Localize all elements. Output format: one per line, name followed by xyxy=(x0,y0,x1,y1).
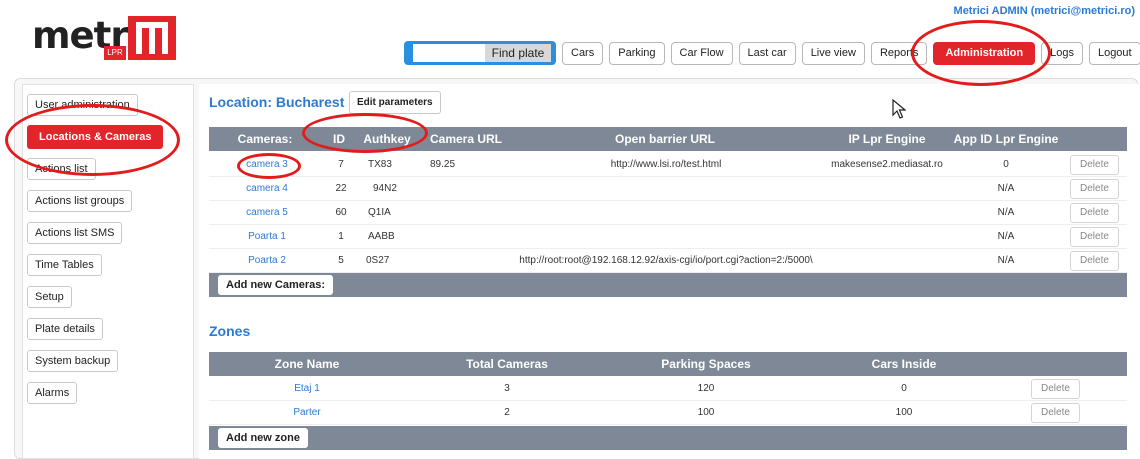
table-row: Poarta 1 1 AABB N/A Delete xyxy=(209,225,1127,249)
col-total-cameras: Total Cameras xyxy=(466,357,548,371)
table-row: camera 5 60 Q1IA N/A Delete xyxy=(209,201,1127,225)
table-row: Parter 2 100 100 Delete xyxy=(209,401,1127,425)
sidebar-item-plate-details[interactable]: Plate details xyxy=(27,318,103,340)
sidebar-item-actions-list[interactable]: Actions list xyxy=(27,158,96,180)
nav-reports[interactable]: Reports xyxy=(870,41,928,65)
table-row: Poarta 2 5 0S27 http://root:root@192.168… xyxy=(209,249,1127,273)
zone-link[interactable]: Parter xyxy=(293,401,320,424)
nav-live-view[interactable]: Live view xyxy=(801,41,865,65)
delete-camera-button[interactable]: Delete xyxy=(1070,203,1119,223)
cameras-grid-header: Cameras: ID Authkey Camera URL Open barr… xyxy=(209,127,1127,151)
table-row: Etaj 1 3 120 0 Delete xyxy=(209,377,1127,401)
nav-parking[interactable]: Parking xyxy=(609,41,665,65)
edit-parameters-button[interactable]: Edit parameters xyxy=(349,91,441,114)
col-zone-name: Zone Name xyxy=(274,357,340,371)
camera-link[interactable]: camera 5 xyxy=(246,201,288,224)
col-parking-spaces: Parking Spaces xyxy=(661,357,751,371)
camera-link[interactable]: Poarta 2 xyxy=(248,249,286,272)
col-app-id-lpr-engine: App ID Lpr Engine xyxy=(953,132,1059,146)
delete-camera-button[interactable]: Delete xyxy=(1070,179,1119,199)
sidebar-item-system-backup[interactable]: System backup xyxy=(27,350,119,372)
sidebar-item-actions-list-sms[interactable]: Actions list SMS xyxy=(27,222,123,244)
nav-logout[interactable]: Logout xyxy=(1088,41,1140,65)
lpr-badge: LPR xyxy=(104,46,126,60)
cameras-grid-footer: Add new Cameras: xyxy=(209,273,1127,297)
table-row: camera 3 7 TX83 89.25 http://www.lsi.ro/… xyxy=(209,153,1127,177)
delete-camera-button[interactable]: Delete xyxy=(1070,251,1119,271)
location-title: Location: Bucharest xyxy=(209,94,345,110)
current-user[interactable]: Metrici ADMIN (metrici@metrici.ro) xyxy=(954,5,1135,17)
col-id: ID xyxy=(333,132,345,146)
zone-link[interactable]: Etaj 1 xyxy=(294,377,320,400)
plate-search-input[interactable] xyxy=(413,44,485,62)
metrici-m-logo-icon xyxy=(128,16,176,60)
zones-grid-footer: Add new zone xyxy=(209,426,1127,450)
sidebar-item-setup[interactable]: Setup xyxy=(27,286,72,308)
sidebar-item-alarms[interactable]: Alarms xyxy=(27,382,78,404)
camera-link[interactable]: camera 4 xyxy=(246,177,288,200)
nav-car-flow[interactable]: Car Flow xyxy=(670,41,733,65)
nav-administration[interactable]: Administration xyxy=(933,41,1036,65)
nav-cars[interactable]: Cars xyxy=(562,41,604,65)
col-open-barrier-url: Open barrier URL xyxy=(614,132,716,146)
add-new-zone-button[interactable]: Add new zone xyxy=(218,428,308,448)
sidebar-item-actions-list-groups[interactable]: Actions list groups xyxy=(27,190,133,212)
top-navbar: Find plate Cars Parking Car Flow Last ca… xyxy=(404,41,1140,65)
find-plate-group: Find plate xyxy=(404,41,556,65)
nav-logs[interactable]: Logs xyxy=(1041,41,1083,65)
find-plate-button[interactable]: Find plate xyxy=(485,44,551,62)
nav-last-car[interactable]: Last car xyxy=(738,41,796,65)
sidebar-item-user-administration[interactable]: User administration xyxy=(27,94,138,116)
col-authkey: Authkey xyxy=(363,132,411,146)
col-camera-url: Camera URL xyxy=(429,132,503,146)
zones-grid-header: Zone Name Total Cameras Parking Spaces C… xyxy=(209,352,1127,376)
camera-link[interactable]: camera 3 xyxy=(246,153,288,176)
col-ip-lpr-engine: IP Lpr Engine xyxy=(848,132,926,146)
mouse-pointer-icon xyxy=(892,99,906,119)
delete-zone-button[interactable]: Delete xyxy=(1031,379,1080,399)
col-cameras: Cameras: xyxy=(237,132,293,146)
camera-link[interactable]: Poarta 1 xyxy=(248,225,286,248)
col-cars-inside: Cars Inside xyxy=(871,357,937,371)
delete-camera-button[interactable]: Delete xyxy=(1070,155,1119,175)
zones-title: Zones xyxy=(209,323,251,339)
add-new-camera-button[interactable]: Add new Cameras: xyxy=(218,275,334,295)
delete-zone-button[interactable]: Delete xyxy=(1031,403,1080,423)
sidebar-item-locations-cameras[interactable]: Locations & Cameras xyxy=(27,125,164,149)
sidebar-item-time-tables[interactable]: Time Tables xyxy=(27,254,102,276)
delete-camera-button[interactable]: Delete xyxy=(1070,227,1119,247)
table-row: camera 4 22 94N2 N/A Delete xyxy=(209,177,1127,201)
